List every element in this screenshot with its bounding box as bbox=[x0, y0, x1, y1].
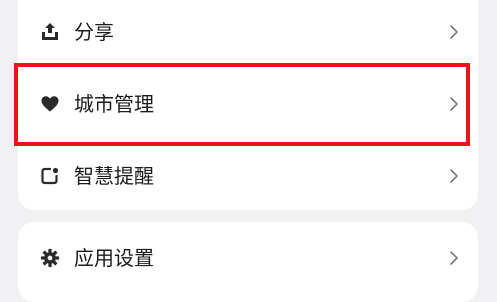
menu-card-primary: 分享 城市管理 智慧提醒 bbox=[18, 0, 478, 210]
gear-icon bbox=[40, 248, 60, 268]
share-icon bbox=[40, 22, 60, 42]
reminder-icon bbox=[40, 166, 60, 186]
menu-item-smart-reminder-label: 智慧提醒 bbox=[74, 164, 154, 188]
chevron-right-icon bbox=[450, 25, 458, 39]
menu-item-app-settings[interactable]: 应用设置 bbox=[18, 222, 478, 294]
menu-item-city-management[interactable]: 城市管理 bbox=[18, 68, 478, 140]
menu-item-app-settings-label: 应用设置 bbox=[74, 246, 154, 270]
menu-item-share[interactable]: 分享 bbox=[18, 0, 478, 68]
chevron-right-icon bbox=[450, 169, 458, 183]
chevron-right-icon bbox=[450, 97, 458, 111]
menu-item-smart-reminder[interactable]: 智慧提醒 bbox=[18, 140, 478, 210]
heart-icon bbox=[40, 94, 60, 114]
chevron-right-icon bbox=[450, 251, 458, 265]
menu-item-city-management-label: 城市管理 bbox=[74, 92, 154, 116]
menu-card-settings: 应用设置 bbox=[18, 222, 478, 302]
menu-item-share-label: 分享 bbox=[74, 20, 114, 44]
